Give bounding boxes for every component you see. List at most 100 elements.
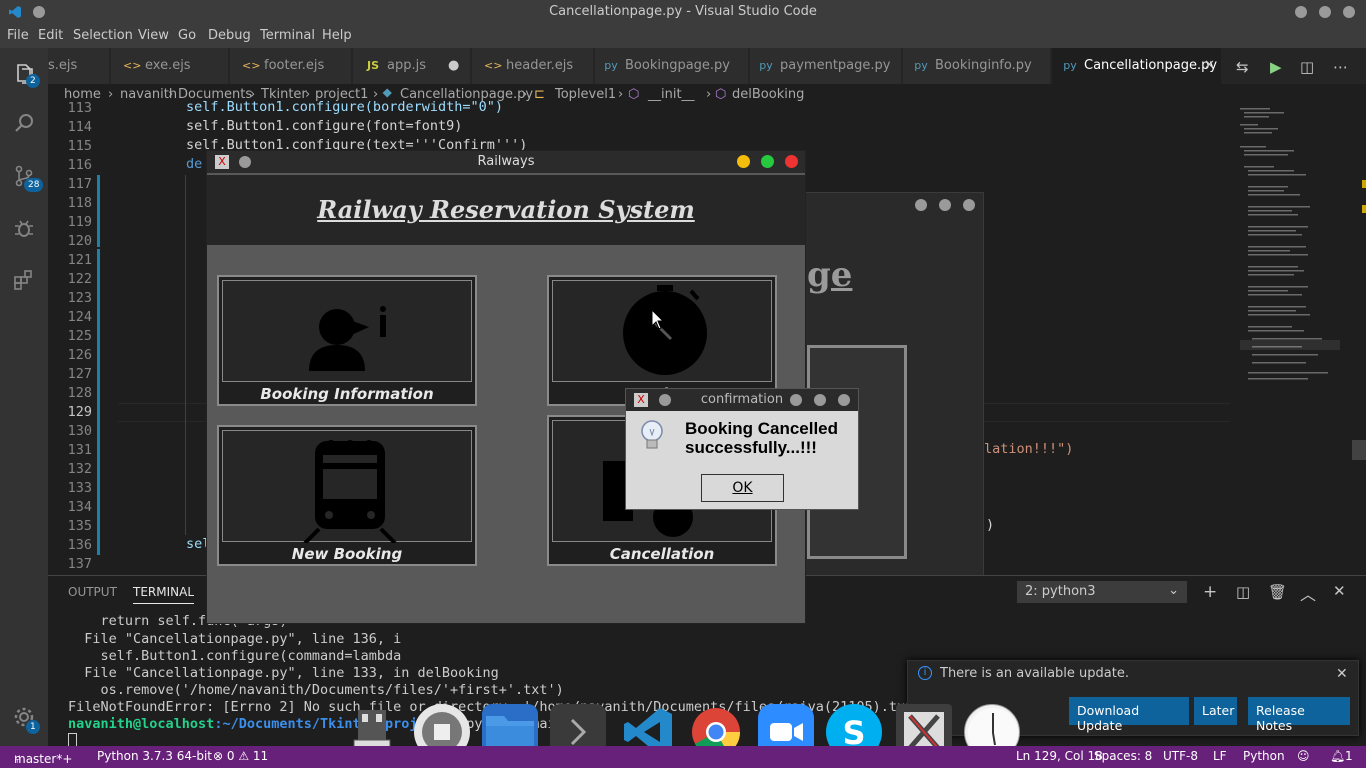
menu-view[interactable]: View [138,28,169,43]
menu-debug[interactable]: Debug [208,28,251,43]
dialog-message: Booking Cancelled successfully...!!! [685,419,838,457]
lightbulb-info-icon [641,420,663,449]
new-terminal-icon[interactable]: + [1203,582,1217,602]
new-booking-button[interactable]: New Booking [217,425,477,566]
close-button[interactable] [785,155,798,168]
window-title: Cancellationpage.py - Visual Studio Code [549,4,817,19]
minimize-button[interactable] [737,155,750,168]
confirmation-dialog: X confirmation Booking Cancelled success… [625,388,859,510]
unsaved-dot[interactable]: ● [448,58,459,73]
tab-cancellationpage-py[interactable]: py Cancellationpage.py ✕ [1052,48,1222,84]
line-number: 129 [67,404,92,420]
debug-icon[interactable] [12,216,36,240]
line-number: 128 [67,385,92,401]
maximize-button[interactable] [814,394,826,406]
minimize-button[interactable] [790,394,802,406]
tab-output[interactable]: OUTPUT [68,585,117,599]
encoding[interactable]: UTF-8 [1163,749,1198,763]
maximize-button[interactable] [939,199,951,211]
booking-information-button[interactable]: Booking Information [217,275,477,406]
button-image [552,280,772,382]
page-title: Railway Reservation System [317,195,695,224]
maximize-button[interactable] [761,155,774,168]
terminal-line: self.Button1.configure(command=lambda [68,648,402,664]
info-icon: i [918,666,932,680]
ok-button[interactable]: OK [701,474,784,502]
close-button[interactable] [838,394,850,406]
tab-label: Cancellationpage.py [1084,58,1218,73]
later-button[interactable]: Later [1194,697,1237,725]
button-image [222,430,472,545]
minimap[interactable] [1232,106,1352,406]
tab-s-ejs[interactable]: s.ejs [48,48,110,84]
code-line[interactable]: ) [986,517,994,533]
title-bar: Cancellationpage.py - Visual Studio Code [0,0,1366,24]
download-update-button[interactable]: Download Update [1069,697,1189,733]
tab-footer-ejs[interactable]: <> footer.ejs [230,48,352,84]
indentation[interactable]: Spaces: 8 [1094,749,1152,763]
close-button[interactable] [1343,6,1355,18]
tab-exe-ejs[interactable]: <> exe.ejs [111,48,229,84]
close-notification-icon[interactable]: ✕ [1336,666,1348,682]
code-line[interactable]: self.Button1.configure(borderwidth="0") [186,99,503,115]
tab-paymentpage-py[interactable]: py paymentpage.py [750,48,902,84]
search-icon[interactable] [12,112,36,136]
trains-button[interactable]: Trains [547,275,777,406]
line-numbers: 113 114 115 116 117 118 119 120 121 122 123 124 125 1… [48,100,118,572]
git-change-marker [97,249,100,555]
breadcrumb-item[interactable]: delBooking [732,87,804,102]
close-tab-icon[interactable]: ✕ [1204,58,1215,73]
language-mode[interactable]: Python [1243,749,1285,763]
bell-icon[interactable]: 🔔︎ [1330,749,1345,763]
close-panel-icon[interactable]: ✕ [1333,582,1346,600]
tab-label: Bookinginfo.py [935,58,1032,73]
line-number: 123 [67,290,92,306]
tab-bookinginfo-py[interactable]: py Bookinginfo.py [903,48,1051,84]
python-icon: py [914,59,928,72]
extensions-icon[interactable] [12,268,36,292]
breadcrumb-item[interactable]: __init__ [648,87,695,102]
dialog-message-line: Booking Cancelled [685,419,839,438]
tab-label: Bookingpage.py [625,58,731,73]
menu-edit[interactable]: Edit [38,28,63,43]
breadcrumb-item[interactable]: Toplevel1 [555,87,616,102]
open-changes-icon[interactable]: ⇆ [1236,58,1249,76]
tab-header-ejs[interactable]: <> header.ejs [472,48,594,84]
cursor-position[interactable]: Ln 129, Col 18 [1016,749,1103,763]
trash-icon[interactable]: 🗑 [1268,583,1287,601]
more-actions-icon[interactable]: ⋯ [1333,58,1348,76]
method-icon: ⬡ [628,87,640,102]
tab-app-js[interactable]: JS app.js ● [353,48,471,84]
problems-count[interactable]: ⊗ 0 ⚠ 11 [213,749,268,763]
python-interpreter[interactable]: Python 3.7.3 64-bit [97,749,212,763]
overview-warning [1362,205,1366,213]
maximize-button[interactable] [1319,6,1331,18]
terminal-select[interactable]: 2: python3 ⌄ [1017,581,1187,603]
minimize-button[interactable] [1295,6,1307,18]
tab-bookingpage-py[interactable]: py Bookingpage.py [595,48,749,84]
feedback-icon[interactable]: ☺ [1297,749,1310,763]
menu-file[interactable]: File [7,28,29,43]
scrollbar-thumb[interactable] [1352,440,1366,460]
release-notes-button[interactable]: Release Notes [1248,697,1350,733]
chevron-up-icon[interactable]: ︿ [1300,581,1316,605]
window-menu-icon[interactable] [33,6,45,18]
code-line[interactable]: self.Button1.configure(font=font9) [186,118,462,134]
menu-go[interactable]: Go [178,28,196,43]
split-terminal-icon[interactable]: ◫ [1236,583,1250,601]
minimize-button[interactable] [915,199,927,211]
line-number: 119 [67,214,92,230]
tab-terminal[interactable]: TERMINAL [133,585,195,604]
split-editor-icon[interactable]: ◫ [1300,58,1314,76]
code-line[interactable]: de [186,156,202,172]
line-ending[interactable]: LF [1213,749,1227,763]
close-button[interactable] [963,199,975,211]
button-label: Cancellation [609,545,715,563]
python-icon: py [759,59,773,72]
menu-selection[interactable]: Selection [73,28,133,43]
menu-help[interactable]: Help [322,28,352,43]
run-icon[interactable]: ▶ [1270,58,1282,76]
menu-terminal[interactable]: Terminal [260,28,315,43]
code-line[interactable]: lation!!!") [984,441,1073,457]
html-icon: <> [123,59,142,72]
